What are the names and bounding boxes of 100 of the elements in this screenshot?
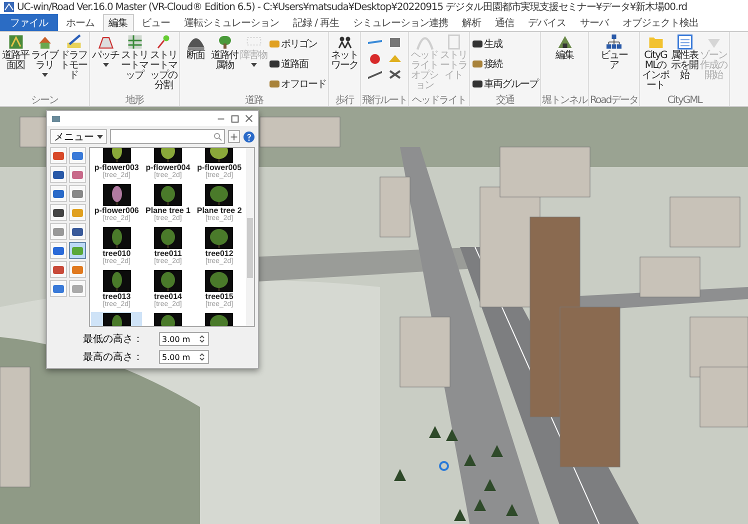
category-button[interactable] <box>50 204 67 221</box>
pencil-icon <box>64 33 82 51</box>
ribbon-tab[interactable]: 運転シミュレーション <box>178 14 285 31</box>
ribbon-button[interactable]: 道路付属物 <box>210 33 239 95</box>
category-button[interactable] <box>50 147 67 164</box>
block-icon <box>71 282 84 295</box>
block-icon <box>71 225 84 238</box>
block-icon <box>71 244 84 257</box>
plant-thumbnail <box>205 227 234 249</box>
block-icon <box>472 59 483 69</box>
maximize-icon[interactable] <box>230 114 240 124</box>
location-marker <box>439 461 449 471</box>
height-spin-field[interactable]: 5.00 m <box>159 350 209 364</box>
ribbon-tab[interactable]: オブジェクト検出 <box>616 14 705 31</box>
ribbon-small-button[interactable]: 接続 <box>472 57 538 71</box>
tree <box>484 479 496 491</box>
tree <box>491 445 503 457</box>
add-button[interactable] <box>228 130 240 143</box>
ribbon-group-label: Roadデータ <box>590 95 638 106</box>
ribbon-button[interactable]: 道路平面図 <box>1 33 30 95</box>
ribbon-small-button[interactable]: 生成 <box>472 37 538 51</box>
plant-thumbnail <box>102 227 131 249</box>
ribbon-tab[interactable]: 解析 <box>456 14 488 31</box>
building <box>400 316 450 388</box>
plant-thumbnail <box>154 227 182 249</box>
ribbon-group-label: CityGML <box>666 95 704 106</box>
ribbon-button[interactable]: ネットワーク <box>330 33 359 95</box>
ribbon-group-label: 交通 <box>495 95 516 106</box>
menu-dropdown[interactable]: メニュー <box>50 129 107 144</box>
ribbon-tab[interactable]: シミュレーション連携 <box>347 14 454 31</box>
category-button[interactable] <box>50 166 67 183</box>
tree <box>474 499 486 511</box>
ribbon-button[interactable]: CityGMLのインポート <box>641 33 670 95</box>
ribbon-tab[interactable]: ファイル <box>0 14 58 31</box>
ribbon-tab[interactable]: サーバ <box>574 14 615 31</box>
tree <box>464 454 476 466</box>
category-button[interactable] <box>50 280 67 297</box>
height-spin-field[interactable]: 3.00 m <box>159 332 209 346</box>
tree <box>446 429 458 441</box>
ribbon-button[interactable]: ドラフトモード <box>59 33 88 95</box>
ribbon-button[interactable]: 編集 <box>550 33 579 95</box>
ribbon-small-button[interactable]: ポリゴン <box>269 37 326 51</box>
ribbon-button[interactable]: 属性表示を開始 <box>670 33 700 95</box>
category-button[interactable] <box>69 223 86 240</box>
spin-arrows-icon[interactable] <box>198 351 206 363</box>
hierarchy-icon <box>605 33 624 51</box>
tree <box>454 509 466 521</box>
ribbon-small-button[interactable]: オフロード <box>269 77 326 91</box>
field-label: 最低の高さ： <box>83 332 144 346</box>
ribbon-small-button[interactable]: 道路面 <box>269 57 326 71</box>
category-button[interactable] <box>50 185 67 202</box>
block-icon <box>52 206 65 219</box>
ribbon-button[interactable]: ストリートマップの分割 <box>149 33 178 95</box>
plant-thumbnail <box>154 184 182 206</box>
search-field[interactable] <box>110 129 225 144</box>
ribbon-group-label: 道路 <box>244 95 264 106</box>
ribbon-button[interactable]: ライブラリ <box>30 33 59 95</box>
ribbon-tab[interactable]: ビュー <box>136 14 176 31</box>
block-icon <box>52 187 65 200</box>
ribbon-tab[interactable]: 通信 <box>489 14 520 31</box>
block-icon <box>71 263 84 276</box>
window-title: UC-win/Road Ver.16.0 Master (VR-Cloud® Edition 6.5) - C:¥Users¥matsuda¥Desktop¥20220915 デジタル田園都市実現支援セミナー¥データ¥新木場00.rd <box>17 0 688 14</box>
block-icon <box>269 39 280 49</box>
spin-arrows-icon[interactable] <box>198 333 206 345</box>
tree <box>506 504 518 516</box>
building <box>640 256 700 298</box>
plant-thumbnail <box>102 184 131 206</box>
ribbon-button[interactable]: パッチ <box>91 33 120 95</box>
help-icon[interactable] <box>243 130 255 142</box>
block-icon <box>71 187 84 200</box>
category-button[interactable] <box>50 261 67 278</box>
ribbon-small-button[interactable]: 車両グループ <box>472 77 538 91</box>
ribbon-tab[interactable]: デバイス <box>522 14 572 31</box>
block-icon <box>71 206 84 219</box>
category-button[interactable] <box>50 242 67 259</box>
tree <box>429 426 441 438</box>
block-icon <box>71 149 84 162</box>
ribbon-tab[interactable]: 記録 / 再生 <box>287 14 346 31</box>
ribbon-group-label: 飛行ルート <box>362 95 407 106</box>
close-icon[interactable] <box>244 114 254 124</box>
block-icon <box>472 79 483 89</box>
search-icon <box>213 132 222 141</box>
ribbon-button[interactable]: 断面 <box>181 33 210 95</box>
ribbon-button[interactable]: ビューア <box>600 33 629 95</box>
building <box>670 196 740 248</box>
ribbon-group-label: 地形 <box>124 95 145 106</box>
plant-thumbnail <box>102 270 131 292</box>
ribbon-group-label: ヘッドライト <box>411 95 467 106</box>
plant-thumbnail <box>205 184 234 206</box>
scrollbar[interactable] <box>246 148 254 326</box>
block-icon <box>52 263 65 276</box>
category-button[interactable] <box>69 147 86 164</box>
cross-icon[interactable] <box>386 68 402 81</box>
app-icon <box>51 114 61 124</box>
ribbon-button[interactable]: ストリートマップ <box>120 33 149 95</box>
block-icon <box>71 168 84 181</box>
block-icon <box>472 39 483 49</box>
ribbon-tab[interactable]: ホーム <box>60 14 100 31</box>
ribbon-tab[interactable]: 編集 <box>102 14 134 31</box>
ribbon-group-label: シーン <box>30 95 59 106</box>
